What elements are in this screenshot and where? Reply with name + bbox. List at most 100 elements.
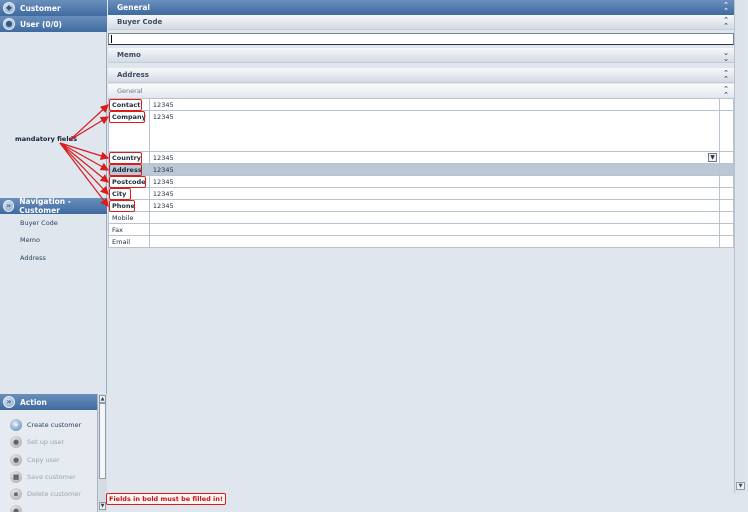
nav-customer-header[interactable]: » Navigation - Customer [0,197,107,215]
phone-field[interactable]: 12345 [148,199,721,212]
user-header-label: User (0/0) [20,19,62,29]
row-spacer [719,187,734,200]
address-field[interactable]: 12345 [148,163,721,176]
delete-customer-icon: ▪ [10,488,22,500]
mandatory-fields-annotation: mandatory fields [15,135,78,143]
company-field[interactable]: 12345 [148,110,721,152]
row-spacer [719,151,734,164]
mandatory-highlight-postcode [109,176,146,188]
collapse-chevron-icon[interactable]: ⌃ ⌃ [723,86,729,99]
buyer-code-input[interactable] [108,33,734,45]
memo-section[interactable]: Memo ⌄ ⌄ [108,48,734,63]
mandatory-highlight-city [109,188,131,200]
partial-action-icon: ● [10,505,22,512]
dropdown-arrow-icon[interactable]: ▼ [708,153,718,162]
customer-header[interactable]: ◆ Customer [0,0,107,16]
action-label: Create customer [27,421,82,429]
expand-chevron-icon[interactable]: ⌄ ⌄ [723,50,729,63]
scroll-down-arrow-icon[interactable]: ▼ [99,502,106,510]
row-spacer [719,235,734,248]
create-customer-icon: + [10,419,22,431]
table-row: Contact 12345 [108,98,734,111]
action-save-customer[interactable]: ■ Save customer [10,471,76,483]
memo-label: Memo [117,51,141,59]
field-label: Mobile [108,211,150,224]
left-pane: ◆ Customer ● User (0/0) » Navigation - C… [0,0,107,512]
email-field[interactable] [148,235,721,248]
bold-fields-note: Fields in bold must be filled in! [106,493,226,505]
user-icon: ● [3,18,15,30]
field-label: Fax [108,223,150,236]
country-value: 12345 [152,153,174,162]
row-spacer [719,199,734,212]
table-row: Postcode 12345 [108,175,734,188]
scroll-down-arrow-icon[interactable]: ▼ [736,482,745,490]
table-row: City 12345 [108,187,734,200]
text-caret [111,35,112,43]
set-up-user-icon: ● [10,436,22,448]
action-scroll-thumb[interactable] [99,403,106,479]
table-row: Mobile [108,211,734,224]
address-form-table: Contact 12345 Company 12345 Country 1234… [108,98,734,248]
user-header[interactable]: ● User (0/0) [0,16,107,32]
field-label: Email [108,235,150,248]
table-row: Fax [108,223,734,236]
customer-icon: ◆ [3,2,15,14]
action-label: Delete customer [27,490,82,498]
row-spacer [719,223,734,236]
mobile-field[interactable] [148,211,721,224]
nav-link-memo[interactable]: Memo [20,236,40,244]
action-set-up-user[interactable]: ● Set up user [10,436,64,448]
action-copy-user[interactable]: ● Copy user [10,454,60,466]
table-row: Email [108,235,734,248]
action-label: Set up user [27,438,65,446]
scroll-up-arrow-icon[interactable]: ▲ [99,395,106,403]
postcode-field[interactable]: 12345 [148,175,721,188]
collapse-chevron-icon[interactable]: ⌃ ⌃ [723,70,729,83]
action-create-customer[interactable]: + Create customer [10,419,81,431]
nav-link-address[interactable]: Address [20,254,46,262]
nav-link-buyer-code[interactable]: Buyer Code [20,219,58,227]
action-header-label: Action [20,397,47,407]
city-field[interactable]: 12345 [148,187,721,200]
buyer-code-section[interactable]: Buyer Code ⌃ ⌃ [108,15,734,30]
country-select[interactable]: 12345 ▼ [148,151,721,164]
fax-field[interactable] [148,223,721,236]
action-label: Copy user [27,456,60,464]
action-panel: » Action + Create customer ● Set up user… [0,394,107,512]
address-label: Address [117,71,149,79]
row-spacer [719,98,734,111]
main-scrollbar[interactable]: ▼ [734,0,746,493]
action-partial: ● [10,505,27,512]
customer-header-label: Customer [20,3,61,13]
row-spacer [719,163,734,176]
table-row: Company 12345 [108,110,734,152]
mandatory-highlight-country [109,152,142,164]
collapse-chevron-icon[interactable]: ⌃ ⌃ [723,17,729,30]
row-spacer [719,175,734,188]
address-general-subsection[interactable]: General ⌃ ⌃ [108,84,734,99]
row-spacer [719,211,734,224]
action-header[interactable]: » Action [0,394,97,410]
table-row: Country 12345 ▼ [108,151,734,164]
table-row: Phone 12345 [108,199,734,212]
action-label: Save customer [27,473,76,481]
address-section[interactable]: Address ⌃ ⌃ [108,68,734,83]
action-delete-customer[interactable]: ▪ Delete customer [10,488,81,500]
save-customer-icon: ■ [10,471,22,483]
contact-field[interactable]: 12345 [148,98,721,111]
row-spacer [719,110,734,152]
general-header[interactable]: General ⌃ ⌃ [108,0,734,15]
address-sub-label: General [117,86,143,95]
general-header-label: General [117,3,150,12]
mandatory-highlight-address [109,164,142,176]
mandatory-highlight-company [109,111,145,123]
action-icon: » [3,396,15,408]
nav-customer-header-label: Navigation - Customer [19,197,71,215]
mandatory-highlight-contact [109,99,142,111]
navigation-icon: » [3,200,15,212]
collapse-chevron-icon[interactable]: ⌃ ⌃ [723,2,729,15]
buyer-code-label: Buyer Code [117,18,163,26]
copy-user-icon: ● [10,454,22,466]
mandatory-highlight-phone [109,200,135,212]
